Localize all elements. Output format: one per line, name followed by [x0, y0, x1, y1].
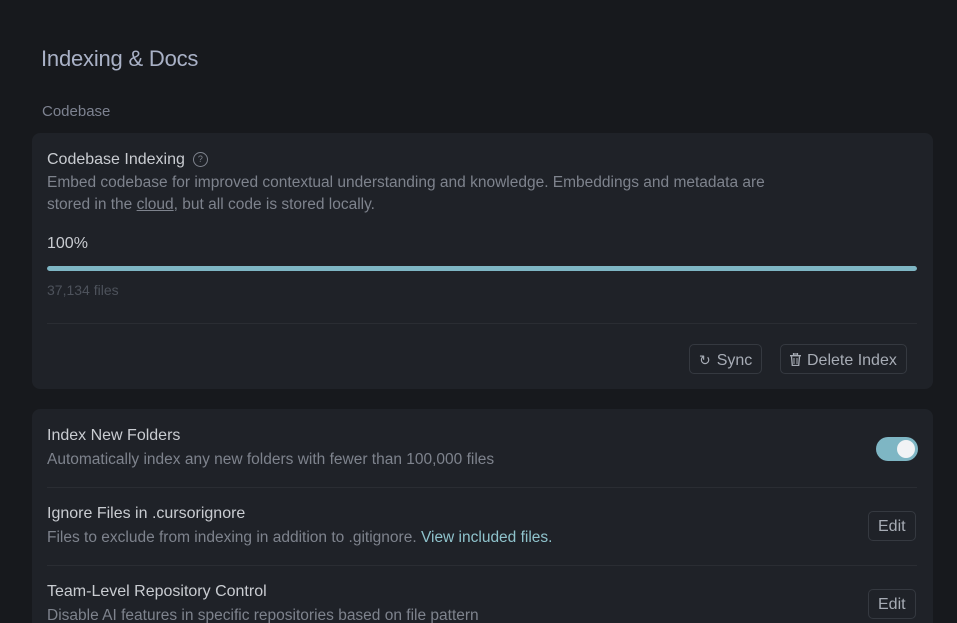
section-label-codebase: Codebase	[42, 103, 111, 120]
view-included-files-link[interactable]: View included files.	[421, 529, 553, 546]
codebase-indexing-card: Codebase Indexing? Embed codebase for im…	[32, 133, 933, 389]
index-new-folders-title: Index New Folders	[47, 427, 181, 444]
description-text: stored in the	[47, 196, 137, 213]
ignore-files-edit-button[interactable]: Edit	[868, 511, 916, 541]
divider	[47, 487, 917, 488]
ignore-files-title: Ignore Files in .cursorignore	[47, 505, 246, 522]
description-line-2: stored in the cloud, but all code is sto…	[47, 194, 765, 216]
trash-icon	[790, 345, 801, 375]
description-line-1: Embed codebase for improved contextual u…	[47, 174, 765, 191]
page-title: Indexing & Docs	[41, 46, 199, 71]
codebase-indexing-description: Embed codebase for improved contextual u…	[47, 172, 765, 216]
codebase-indexing-title-row: Codebase Indexing?	[47, 151, 208, 169]
progress-fill	[47, 266, 917, 271]
files-count: 37,134 files	[47, 282, 119, 298]
toggle-knob	[897, 440, 915, 458]
index-new-folders-toggle[interactable]	[876, 437, 918, 461]
team-repo-control-edit-button[interactable]: Edit	[868, 589, 916, 619]
ignore-files-description-text: Files to exclude from indexing in additi…	[47, 529, 417, 546]
sync-button[interactable]: ↻ Sync	[689, 344, 763, 374]
divider	[47, 565, 917, 566]
progress-bar	[47, 266, 917, 271]
description-text: , but all code is stored locally.	[173, 196, 375, 213]
divider	[47, 323, 917, 324]
codebase-indexing-title: Codebase Indexing	[47, 151, 185, 168]
ignore-files-description: Files to exclude from indexing in additi…	[47, 527, 552, 549]
indexing-settings-card: Index New Folders Automatically index an…	[32, 409, 933, 623]
help-icon[interactable]: ?	[192, 152, 208, 167]
delete-index-button[interactable]: Delete Index	[780, 344, 907, 374]
progress-percent: 100%	[47, 235, 88, 252]
team-repo-control-title: Team-Level Repository Control	[47, 583, 267, 600]
team-repo-control-description: Disable AI features in specific reposito…	[47, 607, 479, 623]
refresh-icon: ↻	[699, 352, 711, 368]
delete-index-button-label: Delete Index	[807, 352, 897, 369]
cloud-link[interactable]: cloud	[137, 196, 174, 213]
index-new-folders-description: Automatically index any new folders with…	[47, 451, 495, 468]
settings-page: Indexing & Docs Codebase Codebase Indexi…	[0, 0, 957, 623]
sync-button-label: Sync	[716, 352, 753, 369]
